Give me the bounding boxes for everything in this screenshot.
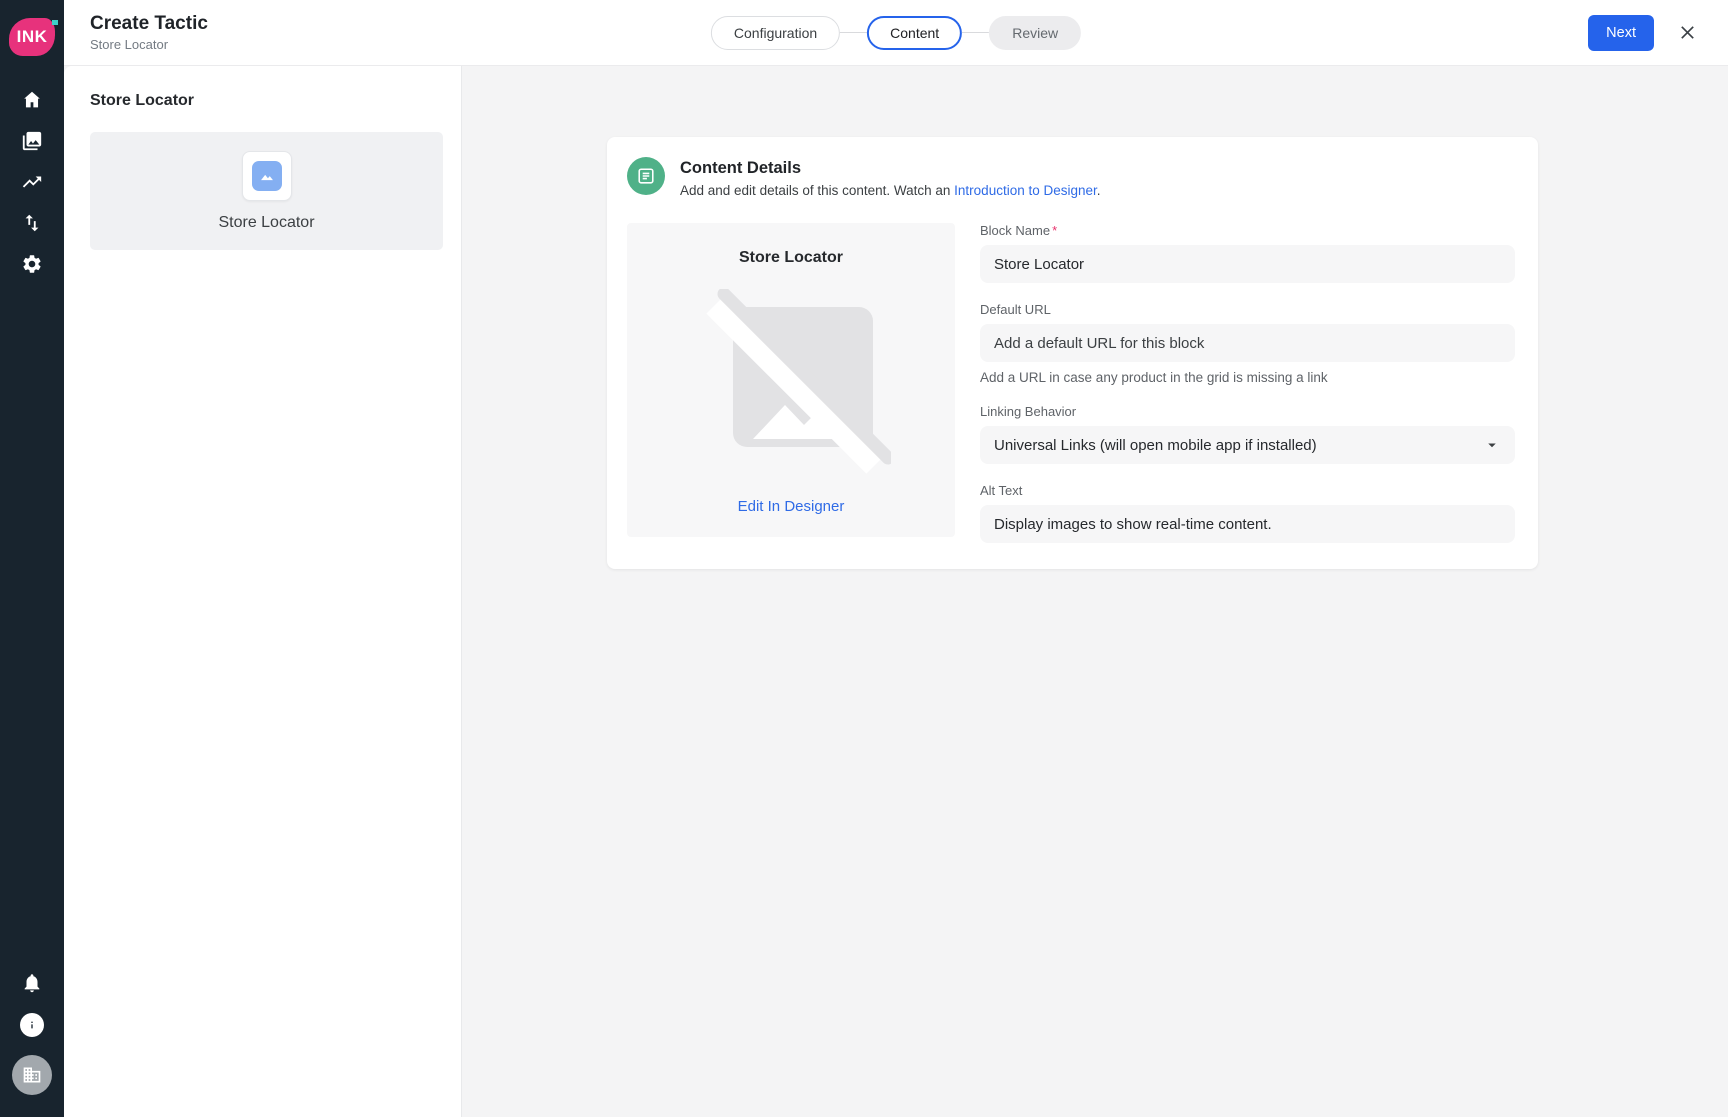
content-details-card: Content Details Add and edit details of …: [607, 137, 1538, 569]
default-url-label: Default URL: [980, 302, 1051, 317]
block-name-label: Block Name *: [980, 223, 1515, 238]
step-configuration[interactable]: Configuration: [710, 15, 841, 50]
image-icon: [251, 160, 282, 191]
preview-title: Store Locator: [738, 249, 843, 266]
linking-behavior-label: Linking Behavior: [980, 404, 1077, 419]
block-thumbnail: [241, 150, 292, 201]
photo-library-icon[interactable]: [20, 129, 44, 153]
ink-logo[interactable]: INK: [9, 18, 58, 56]
edit-in-designer-link[interactable]: Edit In Designer: [738, 498, 845, 515]
swap-vertical-icon[interactable]: [20, 211, 44, 235]
trending-up-icon[interactable]: [20, 170, 44, 194]
alt-text-input[interactable]: [980, 505, 1515, 543]
section-title: Content Details: [680, 159, 802, 177]
organization-avatar-building-icon[interactable]: [12, 1055, 52, 1095]
description-period: .: [1096, 183, 1101, 198]
content-details-form: Block Name* Default URL Add a URL in cas…: [980, 223, 1515, 543]
store-locator-block-tile[interactable]: Store Locator: [90, 132, 443, 250]
section-description: Add and edit details of this content. Wa…: [680, 183, 1101, 198]
chevron-down-icon: [1488, 443, 1496, 448]
step-content[interactable]: Content: [867, 15, 963, 50]
settings-gear-icon[interactable]: [20, 252, 44, 276]
label-text: Block Name: [980, 223, 1051, 238]
header-actions: Next: [1588, 14, 1728, 51]
description-text: Add and edit details of this content. Wa…: [680, 183, 955, 198]
main-content: Content Details Add and edit details of …: [462, 66, 1728, 1117]
wizard-stepper: Configuration Content Review: [710, 15, 1082, 50]
step-review[interactable]: Review: [989, 15, 1082, 50]
default-url-helper-text: Add a URL in case any product in the gri…: [980, 370, 1328, 385]
broken-image-icon: [691, 287, 895, 480]
block-tile-label: Store Locator: [218, 213, 315, 231]
linking-behavior-select[interactable]: Universal Links (will open mobile app if…: [980, 426, 1515, 464]
page-header: Create Tactic Store Locator Configuratio…: [64, 0, 1728, 66]
header-titles: Create Tactic Store Locator: [90, 13, 208, 53]
introduction-to-designer-link[interactable]: Introduction to Designer: [954, 183, 1097, 198]
content-details-list-icon: [627, 157, 665, 195]
sidebar-bottom: [12, 971, 52, 1095]
sidebar-nav: [20, 88, 44, 276]
step-connector: [840, 31, 868, 34]
block-name-input[interactable]: [980, 245, 1515, 283]
alt-text-label: Alt Text: [980, 483, 1023, 498]
home-icon[interactable]: [20, 88, 44, 112]
close-icon[interactable]: [1676, 22, 1698, 44]
block-panel-heading: Store Locator: [90, 92, 195, 109]
page-title: Create Tactic: [90, 12, 208, 34]
app-sidebar: INK: [0, 0, 64, 1117]
info-icon[interactable]: [20, 1013, 44, 1037]
linking-behavior-value: Universal Links (will open mobile app if…: [994, 436, 1317, 454]
block-list-panel: Store Locator Store Locator: [64, 66, 462, 1117]
next-button[interactable]: Next: [1588, 14, 1654, 51]
notifications-bell-icon[interactable]: [20, 971, 44, 995]
page-subtitle: Store Locator: [90, 37, 169, 53]
card-header: Content Details Add and edit details of …: [627, 157, 1518, 198]
step-connector: [962, 31, 990, 34]
required-asterisk: *: [1052, 223, 1058, 238]
block-preview-panel: Store Locator Edit In Designer: [627, 223, 955, 537]
default-url-input[interactable]: [980, 324, 1515, 362]
